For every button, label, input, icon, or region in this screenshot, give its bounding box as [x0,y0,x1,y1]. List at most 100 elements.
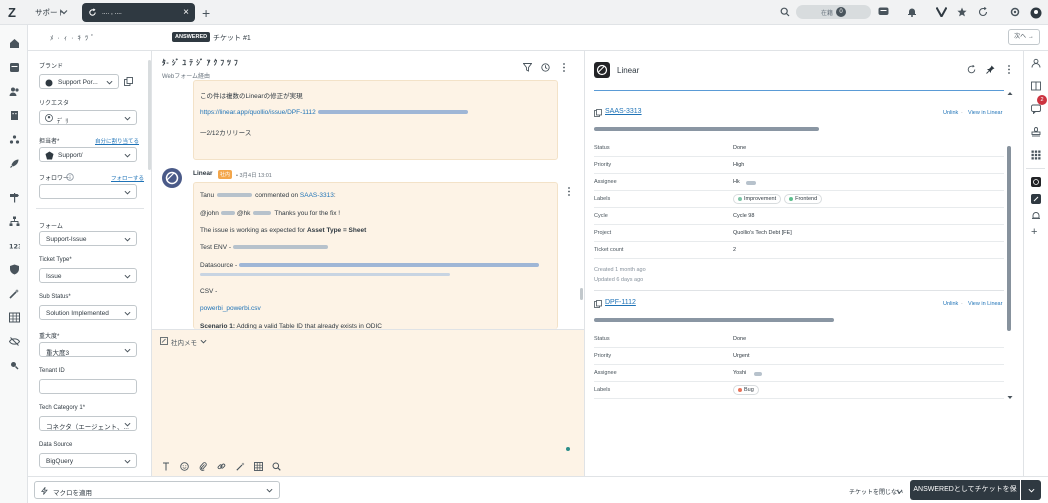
comment-bold: Asset Type = Sheet [306,227,367,234]
assign-me-link[interactable]: 自分に割り当てる [95,137,139,145]
eye-off-icon[interactable] [9,336,20,347]
rocket-icon[interactable] [9,158,20,169]
note-link[interactable]: https://linear.app/quollio/issue/DPF-111… [200,109,468,116]
more-options-icon[interactable] [1007,65,1011,74]
ticket-subject[interactable]: ﾀ- ｼﾞ ﾕ ﾃ ｼﾞ ｱ ｸ ﾌ ﾂ ﾌ [162,57,238,68]
brand-value: Support Por... [58,79,98,86]
apply-macro-select[interactable]: マクロを適用 [34,481,280,499]
history-icon[interactable] [541,63,550,72]
issue-key-link[interactable]: DPF-1112 [605,299,636,306]
organizations-icon[interactable] [9,110,20,121]
submit-options-button[interactable] [1021,480,1041,500]
search-icon[interactable] [272,462,281,471]
signpost-icon[interactable] [9,192,20,203]
avatar[interactable] [162,168,182,188]
form-select[interactable]: Support-Issue [39,231,137,246]
view-in-linear-link[interactable]: View in Linear [968,110,1002,116]
ticket-tab-active[interactable]: .... , .... × [82,3,195,22]
breadcrumb[interactable]: ﾒ · ｨ · ｷ ﾂ ﾟ [50,33,95,43]
internal-note: Tanu commented on SAAS-3313: @john @hk Than… [193,182,558,330]
star-icon[interactable] [957,7,967,17]
views-icon[interactable] [9,62,20,73]
add-app-icon[interactable]: + [1031,227,1037,238]
refresh-icon[interactable] [967,65,976,74]
customers-icon[interactable] [9,86,20,97]
table-icon[interactable] [9,312,20,323]
brand-select[interactable]: Support Por... [39,74,119,89]
apps-grid-icon[interactable] [1031,150,1041,160]
link-icon[interactable] [217,462,226,471]
zendesk-logo-icon[interactable]: Z [8,6,21,19]
properties-scrollbar[interactable] [148,60,151,170]
linear-app-icon[interactable] [1031,177,1041,187]
chevron-down-icon[interactable] [896,488,903,495]
notification-app-icon[interactable] [1031,211,1041,221]
pin-icon[interactable] [986,65,995,74]
card-icon[interactable] [1031,81,1041,91]
chat-icon[interactable] [878,7,889,17]
brand-label: ブランド [39,64,64,70]
attachment-icon[interactable] [199,462,207,471]
app-scrollbar[interactable] [1007,146,1011,331]
tech-category-select[interactable]: コネクタ（エージェント、... [39,416,137,431]
magic-wand-icon[interactable] [236,462,245,471]
chevron-down-icon[interactable] [60,8,68,16]
close-ticket-option[interactable]: チケットを閉じない [849,487,903,496]
sitemap-icon[interactable] [9,216,20,227]
assignee-field[interactable]: Support/ [39,147,137,162]
attachment-link[interactable]: powerbi_powerbi.csv [200,305,261,312]
comment-composer[interactable] [152,329,585,476]
refresh-icon[interactable] [978,7,988,17]
home-icon[interactable] [9,38,20,49]
composer-mode-label[interactable]: 社内メモ [171,337,197,347]
scroll-down-icon[interactable] [1007,395,1013,400]
submit-button[interactable]: ANSWEREDとしてチケットを保存 [910,480,1020,500]
v-app-icon[interactable] [936,7,947,17]
ticket-type-select[interactable]: Issue [39,268,137,283]
follower-field[interactable] [39,184,137,199]
link-app-icon[interactable] [1031,194,1041,204]
search-small-icon[interactable] [9,360,20,371]
more-options-icon[interactable] [562,63,566,72]
next-button[interactable]: 次へ → [1008,29,1040,45]
wand-icon[interactable] [9,288,20,299]
reporting-icon[interactable] [9,134,20,145]
conversation-resize-handle[interactable] [580,288,583,300]
severity-select[interactable]: 重大度3 [39,342,137,357]
agent-status-pill[interactable]: 在籍 0 [796,5,871,19]
close-tab-icon[interactable]: × [183,7,189,18]
data-source-select[interactable]: BigQuery [39,453,137,468]
shield-icon[interactable] [9,264,20,275]
conversations-icon[interactable] [1031,104,1041,114]
sub-status-select[interactable]: Solution Implemented [39,305,137,320]
numbers-icon[interactable]: 123 [9,240,20,251]
issue-key-link[interactable]: SAAS-3313 [605,108,642,115]
unlink-link[interactable]: Unlink [943,110,958,116]
text-format-icon[interactable] [162,462,170,471]
ticket-number[interactable]: チケット #1 [213,33,251,43]
comment-menu-icon[interactable] [567,187,571,196]
table-insert-icon[interactable] [254,462,263,471]
apps-gear-icon[interactable] [1010,7,1020,17]
profile-avatar[interactable] [1030,7,1042,19]
copy-icon[interactable] [124,77,133,86]
stamp-icon[interactable] [1031,127,1041,137]
view-in-linear-link[interactable]: View in Linear [968,301,1002,307]
tenant-id-input[interactable] [39,379,137,394]
issue-link[interactable]: SAAS-3313 [300,192,334,199]
scroll-up-icon[interactable] [1007,91,1013,96]
unlink-link[interactable]: Unlink [943,301,958,307]
chevron-down-icon[interactable] [200,338,207,345]
requester-value: ﾃﾞ ﾘ [57,118,69,125]
emoji-icon[interactable] [180,462,189,471]
search-icon[interactable] [780,7,790,17]
add-tab-icon[interactable]: + [202,5,210,21]
bell-icon[interactable] [907,7,917,17]
user-profile-icon[interactable] [1031,58,1041,68]
follow-link[interactable]: フォローする [111,174,144,182]
filter-icon[interactable] [523,63,532,72]
info-icon[interactable] [66,173,74,181]
requester-field[interactable]: ﾃﾞ ﾘ [39,110,137,125]
follower-label: フォロワー [39,176,70,182]
comment-author[interactable]: Linear [193,170,213,177]
